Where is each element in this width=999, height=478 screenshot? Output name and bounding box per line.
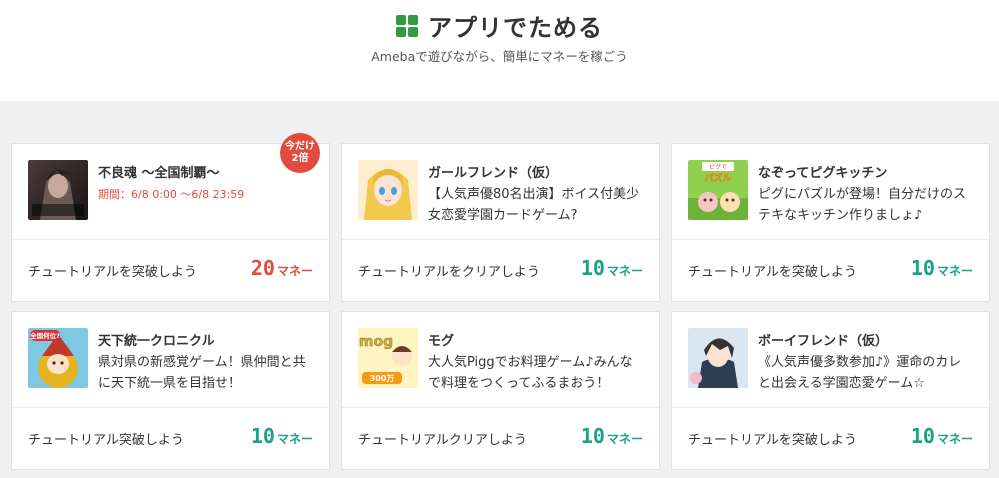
app-title[interactable]: 不良魂 ～全国制覇～ bbox=[98, 162, 220, 181]
reward-unit: マネー bbox=[276, 432, 313, 446]
app-description: 【人気声優80名出演】ボイス付美少女恋愛学園カードゲーム? bbox=[428, 187, 640, 223]
task-text: チュートリアル突破しよう bbox=[28, 433, 184, 448]
section-header: アプリでためる Amebaで遊びながら、簡単にマネーを稼ごう bbox=[0, 0, 999, 101]
app-title[interactable]: モグ bbox=[428, 330, 454, 349]
app-title[interactable]: 天下統一クロニクル bbox=[98, 330, 215, 349]
reward: 10 マネー bbox=[251, 424, 313, 448]
app-thumbnail[interactable]: mog 300万 bbox=[358, 328, 418, 388]
title-row: アプリでためる bbox=[0, 8, 999, 43]
app-thumbnail[interactable] bbox=[28, 160, 88, 220]
app-card-furyokon[interactable]: 今だけ 2倍 不良魂 ～全国制覇～ 期間：6/8 0:00 ～6/8 23:59… bbox=[11, 133, 330, 302]
app-description: 大人気Piggでお料理ゲーム♪みんなで料理をつくってふるまおう！ bbox=[428, 355, 633, 391]
app-thumbnail[interactable]: 全国何位? bbox=[28, 328, 88, 388]
app-title[interactable]: ボーイフレンド（仮） bbox=[758, 330, 888, 349]
thumb-label: ピグで bbox=[709, 163, 727, 171]
reward-unit: マネー bbox=[936, 264, 973, 278]
reward: 10 マネー bbox=[911, 424, 973, 448]
app-thumbnail[interactable] bbox=[358, 160, 418, 220]
reward: 10 マネー bbox=[581, 256, 643, 280]
reward-amount: 20 bbox=[250, 256, 275, 280]
reward: 10 マネー bbox=[911, 256, 973, 280]
app-card-mog[interactable]: mog 300万 モグ 大人気Piggでお料理ゲーム♪みんなで料理をつくってふる… bbox=[341, 311, 660, 470]
app-thumbnail[interactable] bbox=[688, 328, 748, 388]
task-text: チュートリアルを突破しよう bbox=[28, 265, 197, 280]
page-subtitle: Amebaで遊びながら、簡単にマネーを稼ごう bbox=[371, 49, 628, 64]
app-list: 今だけ 2倍 不良魂 ～全国制覇～ 期間：6/8 0:00 ～6/8 23:59… bbox=[0, 101, 999, 478]
app-title[interactable]: ガールフレンド（仮） bbox=[428, 162, 558, 181]
reward-amount: 10 bbox=[580, 256, 605, 280]
task-text: チュートリアルを突破しよう bbox=[688, 265, 857, 280]
reward-amount: 10 bbox=[910, 424, 935, 448]
app-card-pig-kitchen[interactable]: ピグで パズル なぞってピグキッチン ピグにパズルが登場！自分だけのステキなキッ… bbox=[671, 143, 990, 302]
reward: 20 マネー bbox=[251, 256, 313, 280]
reward: 10 マネー bbox=[581, 424, 643, 448]
app-description: 《人気声優多数参加♪》運命のカレと出会える学園恋愛ゲーム☆ bbox=[758, 355, 962, 391]
thumb-label: 300万 bbox=[370, 374, 395, 383]
app-description: 県対県の新感覚ゲーム！県仲間と共に天下統一県を目指せ！ bbox=[98, 355, 306, 391]
page-title: アプリでためる bbox=[428, 14, 603, 42]
app-card-tenka[interactable]: 全国何位? 天下統一クロニクル 県対県の新感覚ゲーム！県仲間と共に天下統一県を目… bbox=[11, 311, 330, 470]
reward-unit: マネー bbox=[606, 264, 643, 278]
badge-line2: 2倍 bbox=[291, 153, 309, 164]
app-title[interactable]: なぞってピグキッチン bbox=[758, 162, 887, 181]
app-card-boyfriend[interactable]: ボーイフレンド（仮） 《人気声優多数参加♪》運命のカレと出会える学園恋愛ゲーム☆… bbox=[671, 311, 990, 470]
badge-line1: 今だけ bbox=[285, 141, 315, 152]
thumb-label: 全国何位? bbox=[29, 331, 60, 340]
task-text: チュートリアルを突破しよう bbox=[688, 433, 857, 448]
campaign-period: 期間：6/8 0:00 ～6/8 23:59 bbox=[98, 188, 245, 201]
reward-amount: 10 bbox=[250, 424, 275, 448]
reward-amount: 10 bbox=[580, 424, 605, 448]
task-text: チュートリアルクリアしよう bbox=[358, 433, 527, 448]
task-text: チュートリアルをクリアしよう bbox=[358, 265, 540, 280]
reward-unit: マネー bbox=[606, 432, 643, 446]
reward-unit: マネー bbox=[276, 264, 313, 278]
double-reward-badge: 今だけ 2倍 bbox=[280, 133, 320, 173]
thumb-label: パズル bbox=[704, 172, 731, 184]
app-grid-icon bbox=[396, 14, 418, 37]
reward-unit: マネー bbox=[936, 432, 973, 446]
app-card-girlfriend[interactable]: ガールフレンド（仮） 【人気声優80名出演】ボイス付美少女恋愛学園カードゲーム?… bbox=[341, 143, 660, 302]
app-description: ピグにパズルが登場！自分だけのステキなキッチン作りましょ♪ bbox=[758, 187, 967, 223]
reward-amount: 10 bbox=[910, 256, 935, 280]
app-thumbnail[interactable]: ピグで パズル bbox=[688, 160, 748, 220]
thumb-label: mog bbox=[359, 334, 393, 350]
